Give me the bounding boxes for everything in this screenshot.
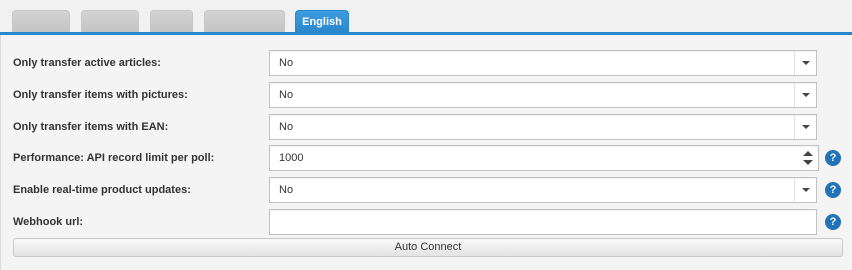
api-limit-stepper[interactable]: 1000 [269,145,819,171]
stepper-up-icon[interactable] [803,151,813,156]
row-with-ean: Only transfer items with EAN: No [1,114,852,140]
webhook-url-input[interactable] [269,209,817,235]
stepper-down-icon[interactable] [803,160,813,165]
chevron-down-icon[interactable] [794,83,816,107]
with-pictures-label: Only transfer items with pictures: [13,89,188,101]
chevron-down-icon[interactable] [794,115,816,139]
with-ean-value: No [279,121,294,133]
webhook-url-label: Webhook url: [13,216,84,228]
settings-panel: Only transfer active articles: No Only t… [0,35,852,270]
tab-3[interactable] [150,10,193,32]
tab-english[interactable]: English [295,10,349,32]
tab-4[interactable] [204,10,285,32]
auto-connect-button[interactable]: Auto Connect [13,238,843,257]
active-articles-value: No [279,57,294,69]
with-pictures-value: No [279,89,294,101]
row-realtime-updates: Enable real-time product updates: No ? [1,177,852,203]
chevron-down-icon[interactable] [794,178,816,202]
tab-1[interactable] [12,10,70,32]
realtime-updates-value: No [279,184,294,196]
row-with-pictures: Only transfer items with pictures: No [1,82,852,108]
help-icon[interactable]: ? [825,214,841,230]
api-limit-label: Performance: API record limit per poll: [13,152,215,164]
with-ean-select[interactable]: No [269,114,817,140]
help-icon[interactable]: ? [825,182,841,198]
with-ean-label: Only transfer items with EAN: [13,121,169,133]
tab-bar: English [0,0,852,35]
row-api-limit: Performance: API record limit per poll: … [1,145,852,171]
active-articles-label: Only transfer active articles: [13,57,161,69]
realtime-updates-select[interactable]: No [269,177,817,203]
row-webhook-url: Webhook url: ? [1,209,852,235]
realtime-updates-label: Enable real-time product updates: [13,184,191,196]
tab-2[interactable] [81,10,139,32]
help-icon[interactable]: ? [825,150,841,166]
row-active-articles: Only transfer active articles: No [1,50,852,76]
api-limit-value: 1000 [279,152,304,164]
active-articles-select[interactable]: No [269,50,817,76]
stepper-arrows[interactable] [798,146,818,170]
chevron-down-icon[interactable] [794,51,816,75]
with-pictures-select[interactable]: No [269,82,817,108]
